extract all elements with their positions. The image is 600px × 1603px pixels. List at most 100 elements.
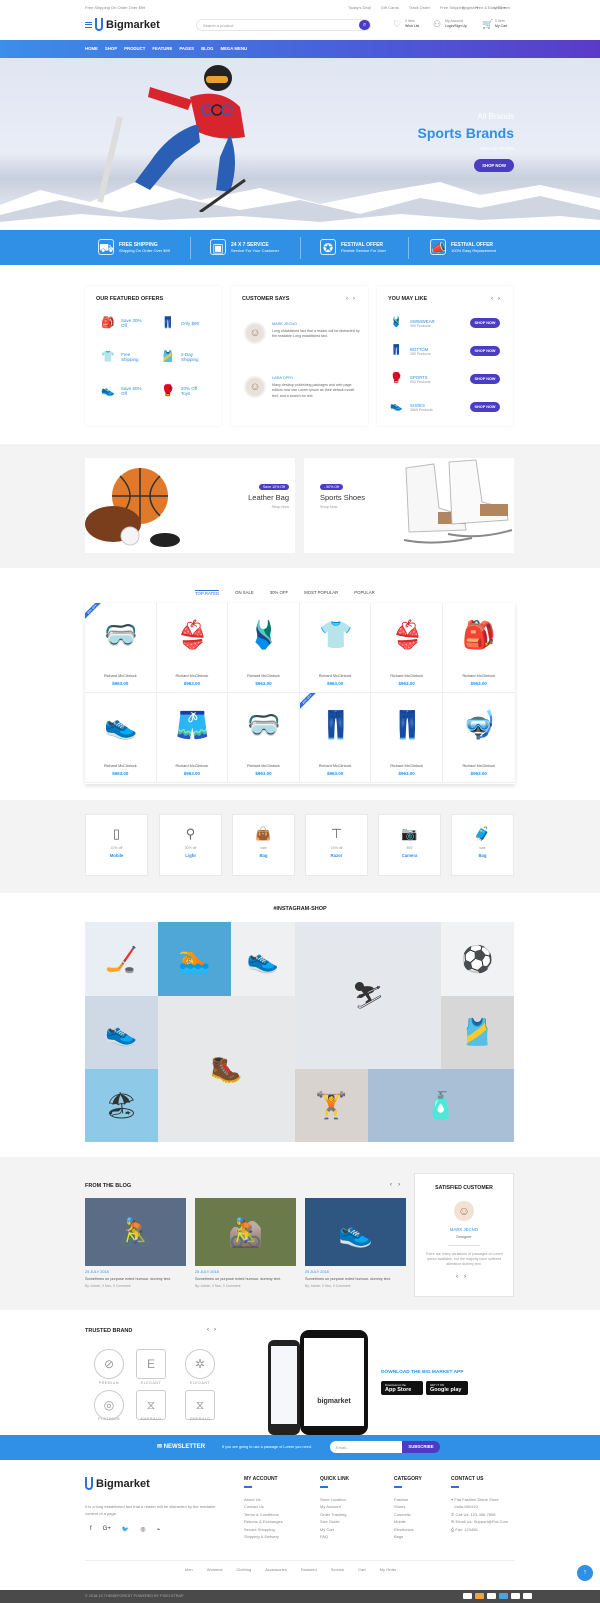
instagram-tile[interactable]: ⛷: [295, 922, 441, 1069]
elegant-logo-icon[interactable]: E: [136, 1349, 166, 1379]
instagram-tile[interactable]: 🎽: [441, 996, 514, 1069]
nav-product[interactable]: PRODUCT: [124, 40, 145, 58]
instagram-tile[interactable]: 👟: [85, 996, 158, 1069]
footer-link-service[interactable]: Service: [331, 1567, 344, 1572]
product-card[interactable]: 🎒 Richard McClintock $963.00: [443, 603, 515, 693]
banner-leather-bag[interactable]: Save 10% Off Leather Bag Shop Now: [85, 458, 295, 553]
instagram-tile[interactable]: 👟: [231, 922, 295, 996]
search-input[interactable]: Search a product ⌕: [196, 19, 371, 31]
shop-now-button[interactable]: SHOP NOW: [470, 318, 500, 328]
footer-link-featured[interactable]: Featured: [301, 1567, 317, 1572]
instagram-icon[interactable]: ◎: [140, 1526, 145, 1533]
account[interactable]: ⚇ My Account Login/Sign Up: [432, 19, 467, 29]
instagram-tile[interactable]: 🧴: [368, 1069, 514, 1142]
product-card[interactable]: 20% OFF 🥽 Richard McClintock $963.00: [85, 603, 157, 693]
platinum-logo-icon[interactable]: ◎: [94, 1390, 124, 1420]
nav-blog[interactable]: BLOG: [201, 40, 213, 58]
carousel-arrows[interactable]: ‹›: [346, 296, 360, 302]
newsletter-email-input[interactable]: Email...: [330, 1441, 402, 1453]
menu-icon[interactable]: [85, 21, 92, 28]
offer-item[interactable]: 👕 Free Shipping: [101, 350, 147, 364]
emerald-logo-icon[interactable]: ⧖: [185, 1390, 215, 1420]
elegant-logo-icon[interactable]: ✲: [185, 1349, 215, 1379]
footer-link-accessories[interactable]: Accessories: [265, 1567, 287, 1572]
top-link-track[interactable]: Track Order: [409, 5, 430, 10]
subscribe-button[interactable]: SUBSCRIBE: [402, 1441, 440, 1453]
wishlist[interactable]: ♡ 0 Item Wish List: [392, 19, 419, 29]
twitter-icon[interactable]: 🐦: [122, 1526, 129, 1533]
blog-post[interactable]: 👟 25 JULY 2018 Sometimes on purpose ecte…: [305, 1198, 406, 1288]
scroll-top-button[interactable]: ↑: [577, 1565, 593, 1581]
product-card[interactable]: 🤿 Richard McClintock $963.00: [443, 693, 515, 783]
banner-link[interactable]: Shop Now: [231, 505, 289, 509]
email-icon-item[interactable]: ✉ Email Us: Support@Fiot.Com: [451, 1518, 508, 1526]
language-select[interactable]: English ▾: [462, 5, 478, 10]
category-camera[interactable]: 📷 $99 Camera: [378, 814, 441, 876]
product-card[interactable]: 20% OFF 👖 Richard McClintock $963.00: [299, 693, 372, 783]
tab-top-rated[interactable]: TOP RATED: [195, 590, 220, 596]
premium-logo-icon[interactable]: ⊘: [94, 1349, 124, 1379]
instagram-tile[interactable]: ⚽: [441, 922, 514, 996]
blog-post[interactable]: 🚵 25 JULY 2018 Sometimes on purpose ecte…: [195, 1198, 296, 1288]
footer-link-men[interactable]: Men: [185, 1567, 193, 1572]
footer-link-cart[interactable]: Cart: [358, 1567, 366, 1572]
offer-item[interactable]: 🎽 2-Day Shipping: [161, 350, 207, 364]
category-bag[interactable]: 👜 sale Bag: [232, 814, 295, 876]
hero-shop-now-button[interactable]: SHOP NOW: [474, 159, 514, 172]
product-card[interactable]: 👙 Richard McClintock $963.00: [371, 603, 443, 693]
blog-post[interactable]: 🚴 25 JULY 2018 Sometimes on purpose ecte…: [85, 1198, 186, 1288]
offer-item[interactable]: 👟 Save 60% Off: [101, 384, 147, 398]
nav-feature[interactable]: FEATURE: [152, 40, 172, 58]
nav-shop[interactable]: SHOP: [105, 40, 117, 58]
currency-select[interactable]: USD ▾: [494, 5, 506, 10]
app-store-button[interactable]: Download on the App Store: [381, 1381, 423, 1395]
cart[interactable]: 🛒 0 Item My Cart: [482, 19, 507, 29]
nav-pages[interactable]: PAGES: [179, 40, 194, 58]
nav-home[interactable]: HOME: [85, 40, 98, 58]
instagram-tile[interactable]: 🥾: [158, 996, 295, 1142]
shop-now-button[interactable]: SHOP NOW: [470, 374, 500, 384]
offer-item[interactable]: 🥊 20% Off Toys: [161, 384, 207, 398]
carousel-arrows[interactable]: ‹›: [491, 296, 505, 302]
offer-item[interactable]: 👖 Only $99: [161, 316, 199, 330]
product-card[interactable]: 🩳 Richard McClintock $963.00: [156, 693, 229, 783]
top-link-deal[interactable]: Today's Deal: [348, 5, 371, 10]
product-card[interactable]: 🥽 Richard McClintock $963.00: [228, 693, 300, 783]
google-play-button[interactable]: GET IT ON Google play: [426, 1381, 468, 1395]
rss-icon[interactable]: ⌁: [157, 1526, 161, 1533]
offer-item[interactable]: 🎒 Save 30% Off: [101, 316, 147, 330]
shop-now-button[interactable]: SHOP NOW: [470, 402, 500, 412]
product-card[interactable]: 👖 Richard McClintock $963.00: [371, 693, 443, 783]
banner-sports-shoes[interactable]: - 50% Off Sports Shoes Shop Now: [304, 458, 514, 553]
product-card[interactable]: 👟 Richard McClintock $963.00: [85, 693, 157, 783]
footer-logo[interactable]: Bigmarket: [85, 1477, 150, 1490]
category-razor[interactable]: ⊤ 15% off Razor: [305, 814, 368, 876]
shop-now-button[interactable]: SHOP NOW: [470, 346, 500, 356]
instagram-tile[interactable]: 🏒: [85, 922, 158, 996]
category-light[interactable]: ⚲ 30% off Light: [159, 814, 222, 876]
blog-carousel-arrows[interactable]: ‹›: [390, 1182, 406, 1188]
instagram-tile[interactable]: 🏊: [158, 922, 231, 996]
tab-most-popular[interactable]: MOST POPULAR: [304, 590, 338, 596]
instagram-tile[interactable]: 🏋: [295, 1069, 368, 1142]
banner-link[interactable]: Shop Now: [320, 505, 365, 509]
category-mobile[interactable]: ▯ 10% off Mobile: [85, 814, 148, 876]
footer-link-my-order[interactable]: My Order: [380, 1567, 397, 1572]
footer-link-clothing[interactable]: Clothing: [237, 1567, 252, 1572]
top-link-gift[interactable]: Gift Cards: [381, 5, 399, 10]
facebook-icon[interactable]: f: [90, 1526, 92, 1533]
carousel-arrows[interactable]: ‹›: [415, 1274, 513, 1280]
instagram-tile[interactable]: 🏖: [85, 1069, 158, 1142]
tab-30-off[interactable]: 30% OFF: [270, 590, 288, 596]
google-plus-icon[interactable]: G+: [103, 1526, 111, 1533]
product-card[interactable]: 🩱 Richard McClintock $963.00: [228, 603, 300, 693]
brand-carousel-arrows[interactable]: ‹›: [207, 1327, 221, 1333]
search-icon[interactable]: ⌕: [359, 20, 370, 30]
product-card[interactable]: 👙 Richard McClintock $963.00: [156, 603, 229, 693]
tab-on-sale[interactable]: ON SALE: [235, 590, 254, 596]
product-card[interactable]: 👕 Richard McClintock $963.00: [299, 603, 372, 693]
footer-link-womens[interactable]: Womens: [207, 1567, 223, 1572]
nav-mega-menu[interactable]: MEGA MENU: [220, 40, 247, 58]
emerald-logo-icon[interactable]: ⧖: [136, 1390, 166, 1420]
category-bag[interactable]: 🧳 sale Bag: [451, 814, 514, 876]
